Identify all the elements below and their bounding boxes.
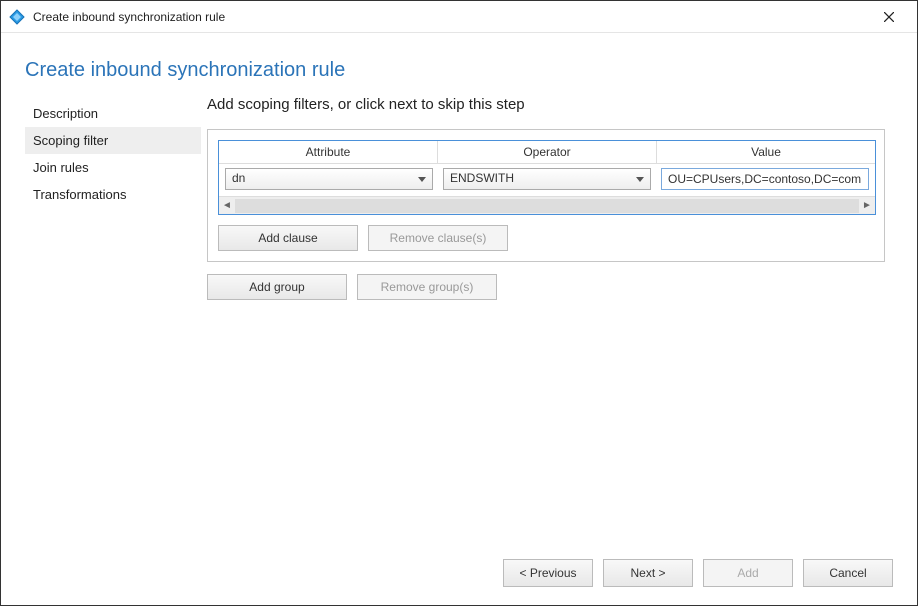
sidebar-item-scoping-filter[interactable]: Scoping filter: [25, 127, 201, 154]
scroll-left-icon[interactable]: ◄: [219, 198, 235, 214]
add-button[interactable]: Add: [703, 559, 793, 587]
step-instruction: Add scoping filters, or click next to sk…: [207, 96, 885, 113]
page-title: Create inbound synchronization rule: [1, 33, 917, 96]
sidebar-item-join-rules[interactable]: Join rules: [25, 154, 201, 181]
remove-clause-button[interactable]: Remove clause(s): [368, 225, 508, 251]
clause-grid-hscroll[interactable]: ◄ ►: [219, 196, 875, 214]
operator-combo[interactable]: ENDSWITH: [443, 168, 651, 190]
clause-row: dn ENDSWITH: [219, 164, 875, 196]
wizard-window: Create inbound synchronization rule Crea…: [0, 0, 918, 606]
clause-grid-header: Attribute Operator Value: [219, 141, 875, 164]
sidebar-item-transformations[interactable]: Transformations: [25, 181, 201, 208]
add-clause-button[interactable]: Add clause: [218, 225, 358, 251]
header-value: Value: [657, 141, 875, 163]
close-button[interactable]: [869, 3, 909, 31]
attribute-combo[interactable]: dn: [225, 168, 433, 190]
clause-button-row: Add clause Remove clause(s): [218, 225, 876, 251]
cancel-button[interactable]: Cancel: [803, 559, 893, 587]
clause-grid: Attribute Operator Value dn ENDSWITH: [218, 140, 876, 215]
group-button-row: Add group Remove group(s): [207, 274, 885, 300]
scroll-track[interactable]: [235, 199, 859, 213]
add-group-button[interactable]: Add group: [207, 274, 347, 300]
sidebar-item-description[interactable]: Description: [25, 100, 201, 127]
titlebar: Create inbound synchronization rule: [1, 1, 917, 33]
previous-button[interactable]: < Previous: [503, 559, 593, 587]
scroll-right-icon[interactable]: ►: [859, 198, 875, 214]
header-attribute: Attribute: [219, 141, 438, 163]
value-input[interactable]: [661, 168, 869, 190]
header-operator: Operator: [438, 141, 657, 163]
wizard-footer: < Previous Next > Add Cancel: [503, 559, 893, 587]
window-title: Create inbound synchronization rule: [33, 10, 869, 24]
scoping-filter-group: Attribute Operator Value dn ENDSWITH: [207, 129, 885, 262]
sync-icon: [9, 9, 25, 25]
wizard-steps-sidebar: Description Scoping filter Join rules Tr…: [1, 96, 201, 605]
next-button[interactable]: Next >: [603, 559, 693, 587]
remove-group-button[interactable]: Remove group(s): [357, 274, 497, 300]
main-panel: Add scoping filters, or click next to sk…: [201, 96, 917, 605]
body: Description Scoping filter Join rules Tr…: [1, 96, 917, 605]
